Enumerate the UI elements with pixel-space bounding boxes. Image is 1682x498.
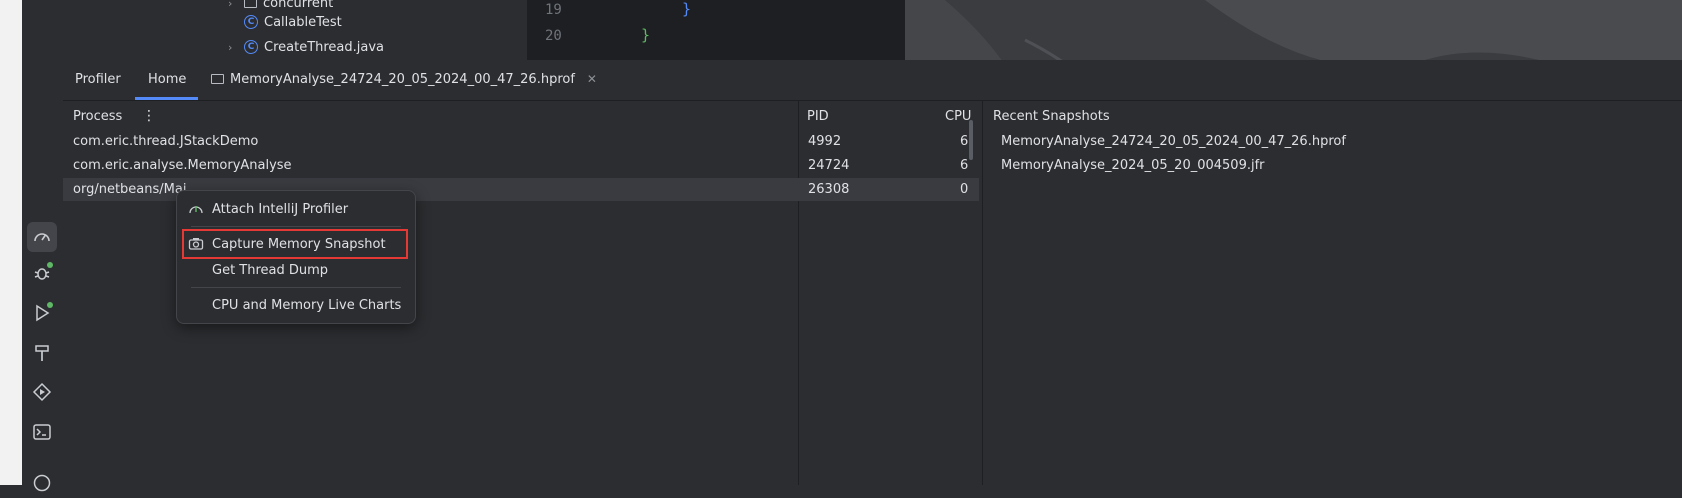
profiler-attach-icon (188, 201, 204, 217)
process-name: com.eric.thread.JStackDemo (73, 134, 259, 149)
info-icon (33, 474, 51, 492)
more-options-icon[interactable]: ⋮ (142, 108, 156, 124)
process-cpu: 0 (960, 182, 969, 197)
process-pid: 4992 (808, 134, 842, 149)
code-editor[interactable]: 19 } 20 } (527, 0, 907, 60)
speedometer-icon (34, 233, 50, 242)
menu-separator (191, 287, 401, 288)
folder-icon (211, 74, 224, 84)
profiler-tab-bar: Profiler Home MemoryAnalyse_24724_20_05_… (63, 60, 1682, 101)
profiler-tool-button[interactable] (27, 222, 57, 252)
window-left-edge (0, 0, 22, 485)
services-tool-button[interactable] (27, 377, 57, 407)
cpu-column-header[interactable]: CPU (945, 109, 971, 124)
code-brace: } (641, 26, 651, 44)
menu-item-attach-profiler[interactable]: Attach IntelliJ Profiler (184, 196, 406, 222)
process-name: com.eric.analyse.MemoryAnalyse (73, 158, 292, 173)
status-dot (47, 262, 53, 268)
menu-item-capture-memory-snapshot[interactable]: Capture Memory Snapshot (182, 229, 408, 259)
services-icon (32, 382, 52, 402)
panel-divider[interactable] (982, 101, 983, 485)
debug-tool-button[interactable] (27, 258, 57, 288)
menu-item-get-thread-dump[interactable]: Get Thread Dump (184, 257, 406, 283)
active-tab-indicator (135, 97, 198, 100)
process-row[interactable]: com.eric.analyse.MemoryAnalyse 24724 6 (63, 154, 979, 177)
tab-snapshot[interactable]: MemoryAnalyse_24724_20_05_2024_00_47_26.… (211, 72, 597, 87)
line-number: 20 (545, 28, 562, 44)
camera-icon (188, 236, 204, 252)
class-icon: C (244, 15, 258, 29)
close-icon[interactable]: ✕ (587, 72, 597, 86)
process-name: org/netbeans/Mai (73, 182, 187, 197)
terminal-tool-button[interactable] (27, 417, 57, 447)
class-icon: C (244, 40, 258, 54)
build-tool-button[interactable] (27, 338, 57, 368)
process-context-menu: Attach IntelliJ Profiler Capture Memory … (176, 190, 416, 324)
recent-snapshots-header: Recent Snapshots (993, 109, 1110, 124)
hammer-icon (35, 345, 49, 361)
process-pid: 26308 (808, 182, 850, 197)
pid-column-header[interactable]: PID (807, 109, 829, 124)
package-icon (244, 0, 257, 8)
terminal-icon (33, 424, 51, 440)
chevron-right-icon: › (228, 0, 233, 10)
profiler-title: Profiler (75, 72, 121, 87)
line-number: 19 (545, 2, 562, 18)
status-dot (47, 302, 53, 308)
menu-separator (191, 226, 401, 227)
run-tool-button[interactable] (27, 298, 57, 328)
process-column-header[interactable]: Process (73, 109, 122, 124)
project-tree: › concurrent C CallableTest › C CreateTh… (63, 0, 528, 60)
tab-snapshot-label: MemoryAnalyse_24724_20_05_2024_00_47_26.… (230, 72, 575, 87)
tree-item-class[interactable]: C CallableTest (244, 11, 342, 33)
process-row[interactable]: com.eric.thread.JStackDemo 4992 6 (63, 130, 979, 153)
code-brace: } (682, 0, 692, 18)
process-cpu: 6 (960, 158, 969, 173)
process-pid: 24724 (808, 158, 850, 173)
tab-home[interactable]: Home (148, 72, 186, 87)
recent-snapshot-item[interactable]: MemoryAnalyse_24724_20_05_2024_00_47_26.… (1001, 134, 1346, 149)
recent-snapshot-item[interactable]: MemoryAnalyse_2024_05_20_004509.jfr (1001, 158, 1265, 173)
tool-window-bar (22, 0, 64, 492)
chevron-right-icon: › (228, 40, 233, 54)
problems-tool-button[interactable] (27, 468, 57, 498)
process-cpu: 6 (960, 134, 969, 149)
menu-item-live-charts[interactable]: CPU and Memory Live Charts (184, 292, 406, 318)
tree-item-class[interactable]: › C CreateThread.java (228, 36, 384, 58)
